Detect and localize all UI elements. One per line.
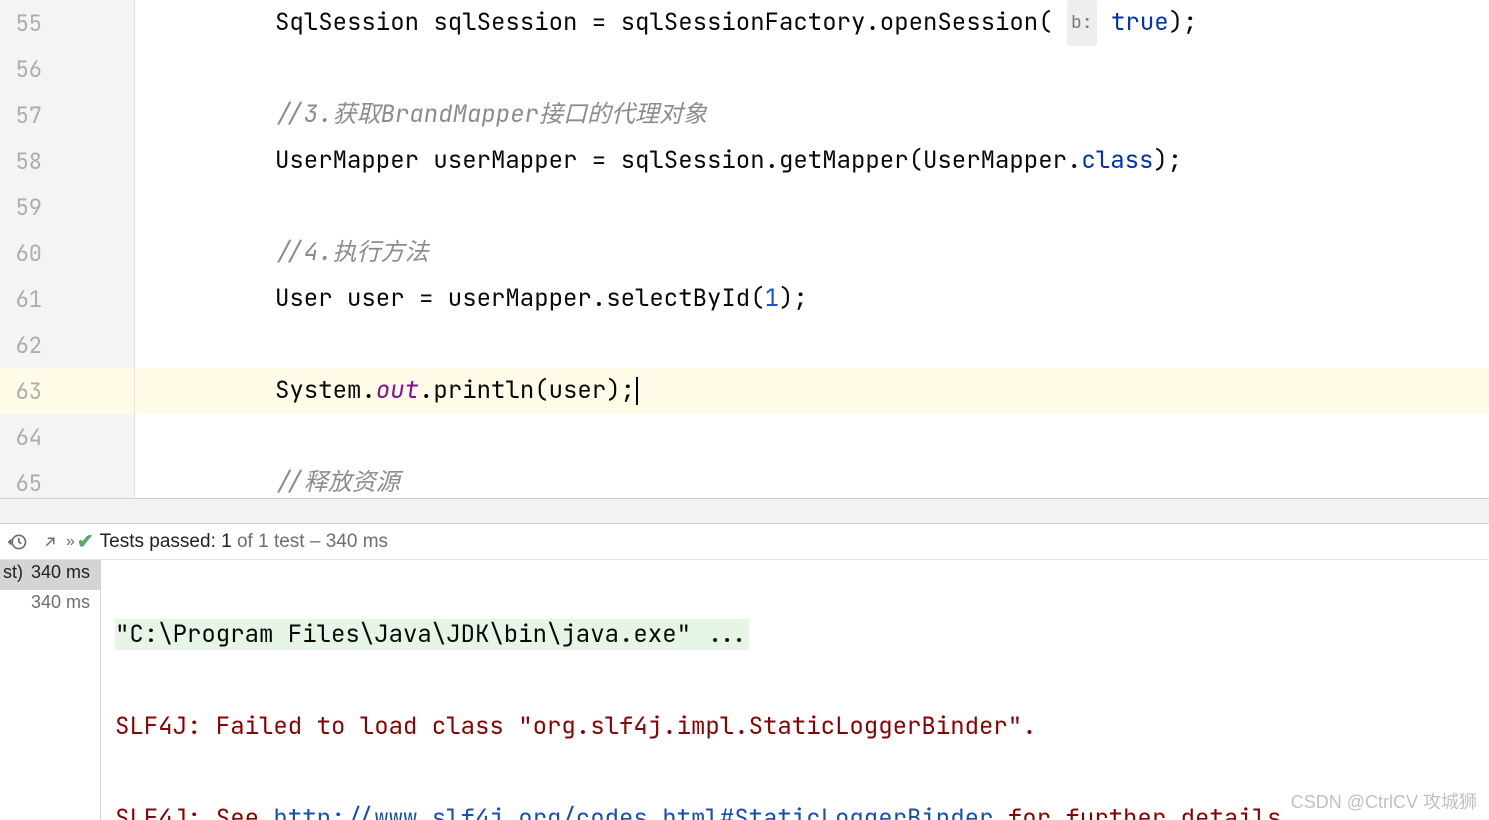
line-number: 63	[0, 377, 50, 406]
test-status-bar: » ✔ Tests passed: 1 of 1 test – 340 ms	[0, 524, 1489, 560]
parameter-hint: b:	[1067, 0, 1097, 46]
export-icon[interactable]	[38, 530, 62, 554]
line-number: 56	[0, 55, 50, 84]
run-panel: st) 340 ms 340 ms "C:\Program Files\Java…	[0, 560, 1489, 820]
code-line[interactable]: //4.执行方法	[135, 230, 1489, 276]
check-icon: ✔	[77, 529, 94, 554]
history-icon[interactable]	[6, 530, 30, 554]
line-number: 55	[0, 9, 50, 38]
code-line[interactable]	[135, 184, 1489, 230]
code-text-area[interactable]: SqlSession sqlSession = sqlSessionFactor…	[135, 0, 1489, 498]
code-line[interactable]	[135, 414, 1489, 460]
code-line[interactable]: //3.获取BrandMapper接口的代理对象	[135, 92, 1489, 138]
line-number: 58	[0, 147, 50, 176]
more-icon[interactable]: »	[66, 533, 71, 551]
line-number: 65	[0, 469, 50, 498]
line-number: 60	[0, 239, 50, 268]
code-line[interactable]: User user = userMapper.selectById(1);	[135, 276, 1489, 322]
code-line[interactable]	[135, 322, 1489, 368]
code-line-active[interactable]: System.out.println(user);	[135, 368, 1489, 414]
console-line-warning: SLF4J: See http://www.slf4j.org/codes.ht…	[115, 796, 1479, 820]
console-link[interactable]: http://www.slf4j.org/codes.html#StaticLo…	[273, 803, 993, 820]
line-number: 64	[0, 423, 50, 452]
test-summary: Tests passed: 1 of 1 test – 340 ms	[100, 531, 388, 553]
console-line-warning: SLF4J: Failed to load class "org.slf4j.i…	[115, 704, 1479, 750]
line-number: 57	[0, 101, 50, 130]
test-tree[interactable]: st) 340 ms 340 ms	[0, 560, 100, 820]
console-line: "C:\Program Files\Java\JDK\bin\java.exe"…	[115, 612, 1479, 658]
test-tree-row[interactable]: 340 ms	[0, 590, 100, 620]
code-line[interactable]	[135, 46, 1489, 92]
line-number: 59	[0, 193, 50, 222]
console-output[interactable]: "C:\Program Files\Java\JDK\bin\java.exe"…	[100, 560, 1489, 820]
line-number: 62	[0, 331, 50, 360]
gutter: 55 56 57 58 59 60 61 62 63 64 65	[0, 0, 135, 498]
line-number: 61	[0, 285, 50, 314]
text-cursor	[636, 377, 638, 405]
code-editor[interactable]: 55 56 57 58 59 60 61 62 63 64 65 SqlSess…	[0, 0, 1489, 498]
test-tree-row-selected[interactable]: st) 340 ms	[0, 560, 100, 590]
code-line[interactable]: //释放资源	[135, 460, 1489, 506]
watermark: CSDN @CtrlCV 攻城狮	[1291, 788, 1477, 814]
code-line[interactable]: SqlSession sqlSession = sqlSessionFactor…	[135, 0, 1489, 46]
code-line[interactable]: UserMapper userMapper = sqlSession.getMa…	[135, 138, 1489, 184]
